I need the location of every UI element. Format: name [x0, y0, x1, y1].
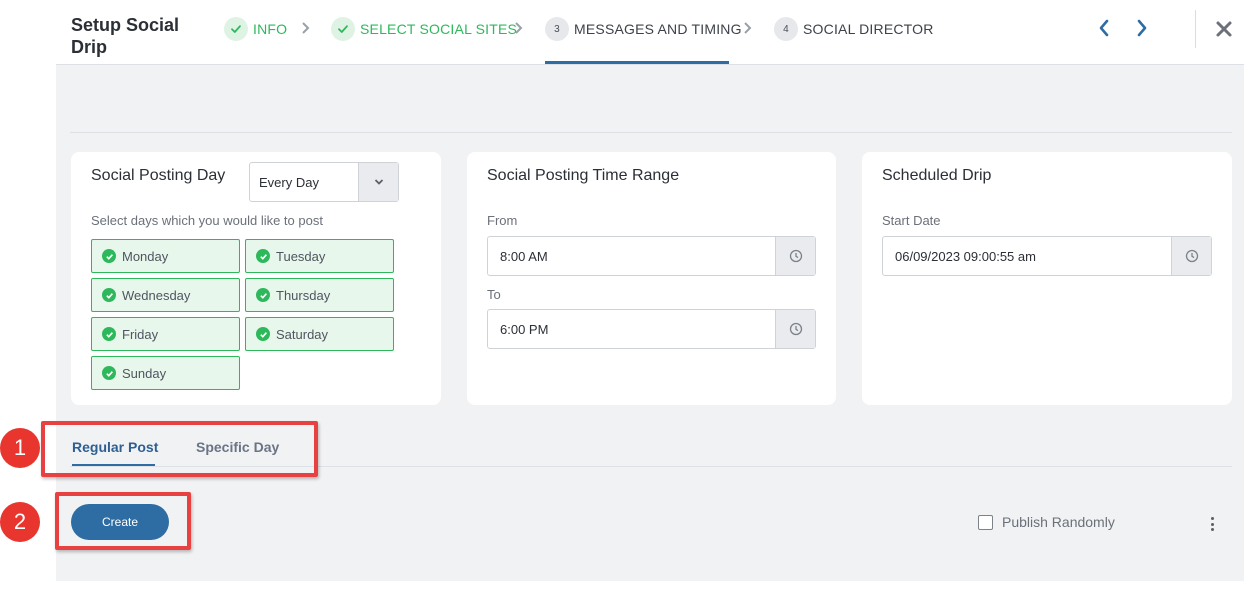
step-label: SELECT SOCIAL SITES	[360, 21, 518, 37]
annotation-box-tabs	[41, 421, 318, 477]
step-select-social-sites[interactable]: SELECT SOCIAL SITES	[331, 16, 517, 42]
clock-icon[interactable]	[1171, 237, 1211, 275]
check-circle-icon	[102, 327, 116, 341]
to-label: To	[487, 287, 501, 302]
more-options-icon[interactable]	[1204, 514, 1220, 534]
day-label: Thursday	[276, 287, 331, 303]
card-title: Scheduled Drip	[882, 167, 992, 184]
check-icon	[331, 17, 355, 41]
step-number: 4	[774, 17, 798, 41]
day-toggle-monday[interactable]: Monday	[91, 239, 240, 273]
day-label: Tuesday	[276, 248, 326, 264]
publish-randomly-label: Publish Randomly	[1002, 514, 1115, 530]
input-value: 8:00 AM	[500, 248, 548, 264]
wizard-header: Setup Social Drip INFO SELECT SOCIAL SIT…	[56, 0, 1244, 65]
step-label: SOCIAL DIRECTOR	[803, 21, 934, 37]
chevron-right-icon	[302, 22, 310, 34]
start-date-input[interactable]: 06/09/2023 09:00:55 am	[882, 236, 1212, 276]
page: Setup Social Drip INFO SELECT SOCIAL SIT…	[0, 0, 1244, 609]
time-range-card: Social Posting Time Range From 8:00 AM T…	[467, 152, 836, 405]
day-toggle-friday[interactable]: Friday	[91, 317, 240, 351]
day-label: Sunday	[122, 365, 167, 381]
day-label: Friday	[122, 326, 159, 342]
header-divider	[1195, 10, 1196, 48]
day-toggle-tuesday[interactable]: Tuesday	[245, 239, 394, 273]
check-circle-icon	[256, 288, 270, 302]
annotation-marker-2: 2	[0, 502, 40, 542]
check-circle-icon	[102, 249, 116, 263]
page-title: Setup Social Drip	[71, 15, 180, 57]
chevron-left-icon	[1099, 19, 1109, 37]
day-toggle-wednesday[interactable]: Wednesday	[91, 278, 240, 312]
check-circle-icon	[102, 288, 116, 302]
check-circle-icon	[256, 249, 270, 263]
step-label: INFO	[253, 21, 288, 37]
day-toggle-sunday[interactable]: Sunday	[91, 356, 240, 390]
day-toggle-thursday[interactable]: Thursday	[245, 278, 394, 312]
chevron-down-icon	[358, 163, 398, 201]
to-time-input[interactable]: 6:00 PM	[487, 309, 816, 349]
day-toggle-saturday[interactable]: Saturday	[245, 317, 394, 351]
check-icon	[224, 17, 248, 41]
publish-randomly-checkbox[interactable]	[978, 515, 993, 530]
from-label: From	[487, 213, 518, 228]
posting-day-select[interactable]: Every Day	[249, 162, 399, 202]
close-button[interactable]	[1212, 17, 1236, 41]
step-info[interactable]: INFO	[224, 16, 287, 42]
card-title: Social Posting Time Range	[487, 167, 680, 184]
day-label: Saturday	[276, 326, 329, 342]
annotation-box-create	[55, 492, 191, 550]
helper-text: Select days which you would like to post	[91, 213, 323, 228]
chevron-right-icon	[515, 22, 523, 34]
day-label: Monday	[122, 248, 169, 264]
main-content: Social Posting Day Every Day Select days…	[56, 65, 1244, 581]
chevron-right-icon	[1137, 19, 1147, 37]
posting-day-card: Social Posting Day Every Day Select days…	[71, 152, 441, 405]
step-messages-and-timing[interactable]: 3 MESSAGES AND TIMING	[545, 16, 742, 42]
close-icon	[1216, 21, 1232, 37]
clock-icon[interactable]	[775, 310, 815, 348]
input-value: 06/09/2023 09:00:55 am	[895, 248, 1036, 264]
check-circle-icon	[102, 366, 116, 380]
from-time-input[interactable]: 8:00 AM	[487, 236, 816, 276]
prev-step-button[interactable]	[1094, 17, 1114, 39]
step-label: MESSAGES AND TIMING	[574, 21, 742, 37]
step-social-director[interactable]: 4 SOCIAL DIRECTOR	[774, 16, 934, 42]
input-value: 6:00 PM	[500, 321, 549, 337]
check-circle-icon	[256, 327, 270, 341]
chevron-right-icon	[744, 22, 752, 34]
clock-icon[interactable]	[775, 237, 815, 275]
select-value: Every Day	[259, 174, 319, 190]
next-step-button[interactable]	[1132, 17, 1152, 39]
day-label: Wednesday	[122, 287, 191, 303]
scheduled-drip-card: Scheduled Drip Start Date 06/09/2023 09:…	[862, 152, 1232, 405]
start-date-label: Start Date	[882, 213, 941, 228]
divider	[70, 132, 1232, 133]
annotation-marker-1: 1	[0, 428, 40, 468]
step-number: 3	[545, 17, 569, 41]
card-title: Social Posting Day	[91, 167, 226, 184]
active-step-indicator	[545, 61, 729, 64]
